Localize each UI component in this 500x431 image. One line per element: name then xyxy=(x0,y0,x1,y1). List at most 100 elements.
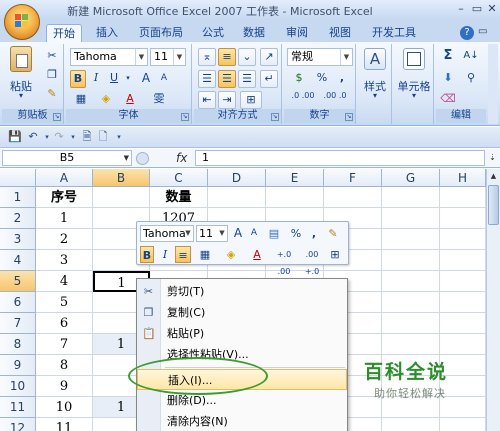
cell[interactable]: 数量 xyxy=(150,187,208,208)
tab-insert[interactable]: 插入 xyxy=(90,24,124,42)
copy-icon[interactable]: ❐ xyxy=(44,67,60,85)
cell[interactable] xyxy=(440,271,486,292)
cell[interactable]: 1 xyxy=(36,208,93,229)
cell[interactable] xyxy=(440,229,486,250)
column-header-b[interactable]: B xyxy=(93,169,150,187)
mini-increase-decimal-button[interactable]: +.0 .00 xyxy=(271,246,297,276)
save-icon[interactable]: 💾 xyxy=(8,130,22,144)
formula-input[interactable]: 1 xyxy=(195,150,485,166)
mini-currency-icon[interactable]: ▤ xyxy=(265,225,283,242)
mini-bold-button[interactable]: B xyxy=(140,246,154,263)
phonetic-button[interactable]: 雯 xyxy=(148,91,170,109)
increase-indent-icon[interactable]: ⇥ xyxy=(218,91,236,109)
name-box[interactable]: B5 ▼ xyxy=(2,150,132,166)
mini-percent-button[interactable]: % xyxy=(289,225,303,242)
row-header[interactable]: 9 xyxy=(0,355,36,376)
top-align-icon[interactable]: ⌅ xyxy=(198,48,216,66)
column-header-d[interactable]: D xyxy=(208,169,266,187)
menu-item-cut[interactable]: ✂ 剪切(T) xyxy=(137,281,347,302)
clipboard-launcher-icon[interactable]: ↘ xyxy=(53,113,61,121)
office-button[interactable] xyxy=(4,4,40,40)
mini-font-color-button[interactable]: A xyxy=(247,246,267,263)
scroll-up-icon[interactable]: ▲ xyxy=(487,169,500,183)
mini-comma-button[interactable]: , xyxy=(307,225,321,242)
ribbon-minimize-icon[interactable]: ▭ xyxy=(478,26,487,37)
styles-dropdown-icon[interactable]: ▾ xyxy=(360,91,390,100)
clear-icon[interactable]: ⌫ xyxy=(438,91,458,109)
cell[interactable]: 6 xyxy=(36,313,93,334)
center-align-icon[interactable]: ☰ xyxy=(218,70,236,88)
alignment-launcher-icon[interactable]: ↘ xyxy=(271,113,279,121)
mini-fill-color-icon[interactable]: ◈ xyxy=(221,246,241,263)
cell[interactable] xyxy=(440,292,486,313)
paste-dropdown-icon[interactable]: ▾ xyxy=(6,91,36,100)
underline-dropdown-icon[interactable]: ▾ xyxy=(124,70,132,88)
cell[interactable] xyxy=(208,187,266,208)
menu-item-paste[interactable]: 📋 粘贴(P) xyxy=(137,323,347,344)
menu-item-clear-contents[interactable]: 清除内容(N) xyxy=(137,411,347,431)
new-document-icon[interactable]: 🗋 xyxy=(96,130,110,144)
cell[interactable]: 8 xyxy=(36,355,93,376)
cell[interactable] xyxy=(382,250,440,271)
shrink-font-button[interactable]: A xyxy=(156,70,172,88)
cell[interactable]: 3 xyxy=(36,250,93,271)
cell[interactable]: 2 xyxy=(36,229,93,250)
mini-format-painter-icon[interactable]: ✎ xyxy=(325,225,341,242)
mini-decrease-decimal-button[interactable]: .00 +.0 xyxy=(299,246,325,276)
insert-function-button[interactable]: fx xyxy=(176,151,187,165)
mini-font-combo[interactable]: Tahoma ▼ xyxy=(140,225,194,242)
cell[interactable] xyxy=(440,397,486,418)
mini-shrink-font-button[interactable]: A xyxy=(247,225,261,242)
mini-center-align-icon[interactable]: ≡ xyxy=(175,246,191,263)
scrollbar-thumb[interactable] xyxy=(488,185,499,225)
find-select-icon[interactable]: ⚲ xyxy=(460,70,482,88)
currency-button[interactable]: $ xyxy=(288,70,310,88)
column-header-a[interactable]: A xyxy=(36,169,93,187)
sort-filter-button[interactable]: A↓ xyxy=(460,48,482,66)
cell[interactable] xyxy=(440,334,486,355)
column-header-c[interactable]: C xyxy=(150,169,208,187)
row-header[interactable]: 8 xyxy=(0,334,36,355)
underline-button[interactable]: U xyxy=(106,70,122,88)
cell[interactable]: 序号 xyxy=(36,187,93,208)
minimize-button[interactable]: – xyxy=(454,3,468,15)
cell[interactable] xyxy=(382,418,440,431)
tab-data[interactable]: 数据 xyxy=(237,24,271,42)
border-icon[interactable]: ▦ xyxy=(70,91,92,109)
fill-color-icon[interactable]: ◈ xyxy=(96,91,116,109)
restore-button[interactable]: ▭ xyxy=(470,3,484,15)
formula-cancel-icon[interactable] xyxy=(136,152,149,165)
menu-item-copy[interactable]: ❐ 复制(C) xyxy=(137,302,347,323)
column-header-g[interactable]: G xyxy=(382,169,440,187)
number-launcher-icon[interactable]: ↘ xyxy=(345,113,353,121)
cell[interactable] xyxy=(324,187,382,208)
row-header[interactable]: 10 xyxy=(0,376,36,397)
tab-page-layout[interactable]: 页面布局 xyxy=(133,24,189,42)
mini-merge-icon[interactable]: ⊞ xyxy=(327,246,343,263)
select-all-corner[interactable] xyxy=(0,169,36,187)
customize-qat-icon[interactable]: ▾ xyxy=(112,130,126,144)
row-header[interactable]: 5 xyxy=(0,271,36,292)
wrap-text-icon[interactable]: ↵ xyxy=(260,70,278,88)
cell[interactable] xyxy=(93,187,150,208)
mini-border-icon[interactable]: ▦ xyxy=(195,246,215,263)
font-name-combo[interactable]: Tahoma ▼ xyxy=(70,48,148,66)
decrease-indent-icon[interactable]: ⇤ xyxy=(198,91,216,109)
cell[interactable]: 4 xyxy=(36,271,93,292)
font-launcher-icon[interactable]: ↘ xyxy=(181,113,189,121)
print-preview-icon[interactable]: 🗎 xyxy=(80,130,94,144)
row-header[interactable]: 11 xyxy=(0,397,36,418)
increase-decimal-button[interactable]: .0 .00 xyxy=(288,91,318,109)
column-header-h[interactable]: H xyxy=(440,169,486,187)
decrease-decimal-button[interactable]: .00 .0 xyxy=(320,91,350,109)
close-button[interactable]: ✕ xyxy=(485,3,499,15)
cell[interactable] xyxy=(266,187,324,208)
cell[interactable] xyxy=(440,313,486,334)
tab-view[interactable]: 视图 xyxy=(323,24,357,42)
cell[interactable] xyxy=(440,208,486,229)
column-header-f[interactable]: F xyxy=(324,169,382,187)
percent-button[interactable]: % xyxy=(314,70,330,88)
cell[interactable] xyxy=(382,313,440,334)
bottom-align-icon[interactable]: ⌄ xyxy=(238,48,256,66)
font-size-combo[interactable]: 11 ▼ xyxy=(150,48,186,66)
